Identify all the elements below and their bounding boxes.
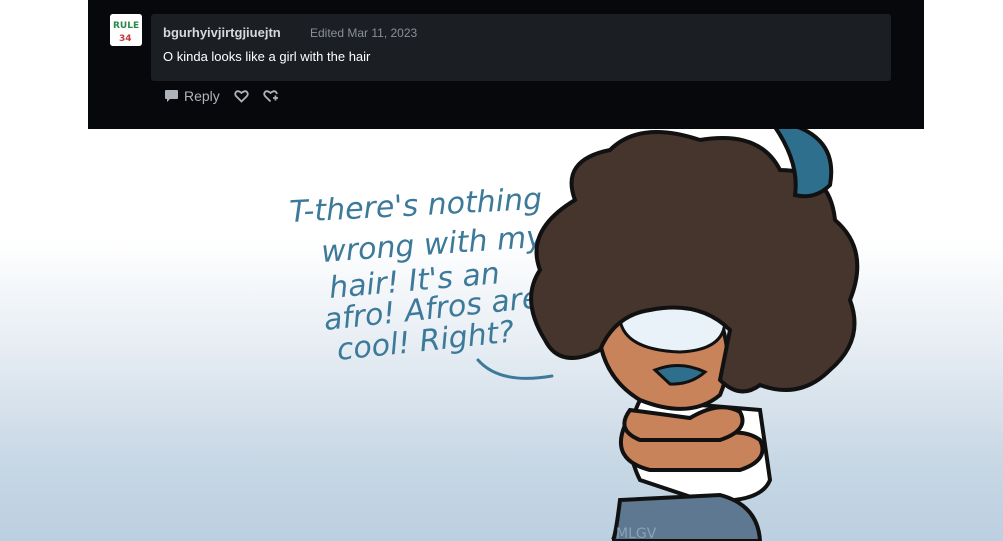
comment-text: O kinda looks like a girl with the hair [163,49,371,64]
comment-edited-date: Edited Mar 11, 2023 [310,26,418,40]
avatar-line-2: 34 [119,34,132,44]
like-button[interactable] [234,89,249,103]
user-avatar[interactable]: RULE 34 [110,14,142,46]
avatar-line-1: RULE [113,21,139,31]
speech-tail [476,358,554,380]
speech-bubble-icon [165,90,178,102]
comment-actions: Reply [164,86,280,106]
heart-icon [234,90,249,103]
avatar-image: RULE 34 [110,14,142,46]
speech-text: T-there's nothing wrong with my hair! It… [289,182,547,368]
comment-username[interactable]: bgurhyivjirtgjiuejtn [163,25,281,40]
artist-signature: MLGV [616,526,657,541]
comment-panel: RULE 34 bgurhyivjirtgjiuejtn Edited Mar … [88,0,924,129]
reply-label: Reply [184,88,220,104]
reblog-heart-icon [263,89,278,102]
comment-bubble: bgurhyivjirtgjiuejtn Edited Mar 11, 2023… [151,14,891,81]
reply-button[interactable]: Reply [164,88,220,104]
reblog-heart-button[interactable] [263,89,280,104]
